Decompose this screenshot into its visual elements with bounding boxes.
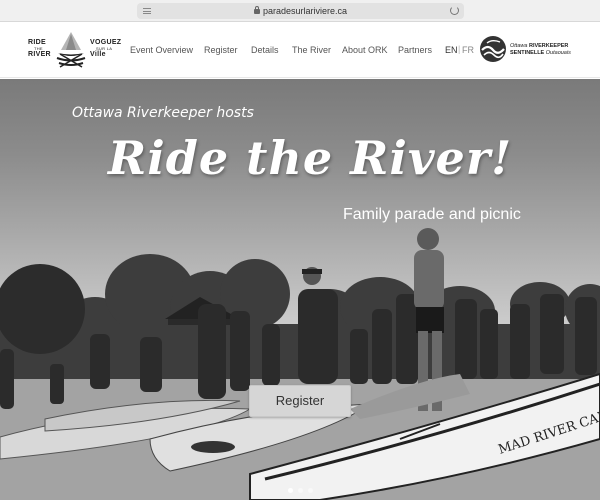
nav-event-overview[interactable]: Event Overview — [130, 44, 193, 56]
language-en[interactable]: EN — [445, 44, 458, 56]
hero-subtitle: Family parade and picnic — [343, 206, 521, 223]
nav-details[interactable]: Details — [251, 44, 279, 56]
language-separator: | — [458, 44, 461, 54]
hero-title: Ride the River! — [108, 131, 513, 185]
url-text: paradesurlariviere.ca — [262, 6, 348, 16]
ork-text-line-2: SENTINELLE Outaouais — [510, 50, 571, 56]
language-fr[interactable]: FR — [462, 44, 474, 56]
logo-text-ville: Ville — [90, 51, 106, 58]
slide-dot-1[interactable] — [288, 488, 293, 493]
ork-text-ottawa: Ottawa — [510, 43, 528, 49]
lock-icon — [253, 6, 260, 14]
slide-dot-2[interactable] — [298, 488, 303, 493]
logo-text-river: RIVER — [28, 51, 51, 58]
browser-toolbar: paradesurlariviere.ca — [0, 0, 600, 22]
kayak-paddle-emblem-icon — [56, 32, 86, 68]
nav-register[interactable]: Register — [204, 44, 238, 56]
nav-partners[interactable]: Partners — [398, 44, 432, 56]
riverkeeper-emblem-icon — [480, 36, 506, 62]
logo-text-ride: RIDE — [28, 39, 46, 46]
logo-text-voguez: VOGUEZ — [90, 39, 122, 46]
site-header: RIDE THE RIVER VOGUEZ SUR LA Ville Event… — [0, 22, 600, 78]
nav-about-ork[interactable]: About ORK — [342, 44, 388, 56]
register-button[interactable]: Register — [249, 385, 351, 417]
woman-cap — [302, 267, 322, 285]
ork-text-riverkeeper: RIVERKEEPER — [528, 43, 569, 49]
site-logo[interactable]: RIDE THE RIVER VOGUEZ SUR LA Ville — [28, 30, 122, 70]
ork-text-outaouais: Outaouais — [545, 50, 571, 56]
logo-text-french: VOGUEZ SUR LA Ville — [90, 39, 121, 58]
logo-text-english: RIDE THE RIVER — [28, 39, 51, 58]
hero-banner: MAD RIVER CANOE Ottawa Riverkeeper hosts… — [0, 79, 600, 500]
ottawa-riverkeeper-logo[interactable]: Ottawa RIVERKEEPER SENTINELLE Outaouais — [478, 32, 596, 68]
reload-icon[interactable] — [450, 6, 459, 15]
hero-kicker: Ottawa Riverkeeper hosts — [72, 105, 254, 121]
ork-text-line-1: Ottawa RIVERKEEPER — [510, 43, 568, 49]
url-display: paradesurlariviere.ca — [137, 3, 464, 19]
address-bar[interactable]: paradesurlariviere.ca — [137, 3, 464, 19]
slide-dot-3[interactable] — [308, 488, 313, 493]
nav-the-river[interactable]: The River — [292, 44, 331, 56]
ork-text-sentinelle: SENTINELLE — [510, 50, 545, 56]
